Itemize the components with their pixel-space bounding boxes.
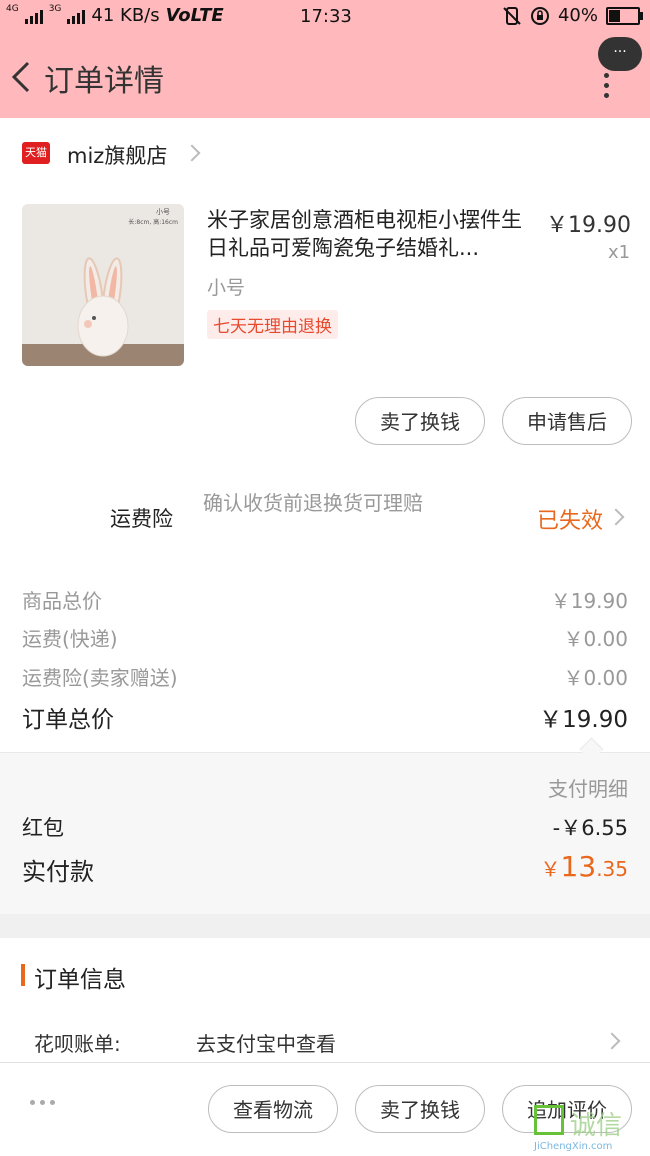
network-type-label-2: 3G (48, 4, 62, 14)
goods-total-label: 商品总价 (22, 589, 102, 613)
image-caption-dimensions: 长:8cm, 高:16cm (128, 218, 178, 226)
insurance-fee-label: 运费险(卖家赠送) (22, 666, 178, 690)
signal-icon (24, 8, 43, 24)
shipping-insurance-status[interactable]: 已失效 (537, 503, 603, 535)
product-image[interactable]: 小号 长:8cm, 高:16cm (22, 204, 184, 366)
order-info-title: 订单信息 (34, 967, 126, 993)
huabei-chevron-right-icon[interactable] (603, 1032, 621, 1050)
more-menu-bubble[interactable]: ··· (598, 37, 642, 71)
red-packet-value: -￥6.55 (552, 816, 628, 840)
section-divider (0, 914, 650, 938)
red-packet-label: 红包 (22, 816, 64, 840)
apply-after-sale-button[interactable]: 申请售后 (502, 397, 632, 445)
shop-name-link[interactable]: miz旗舰店 (67, 140, 167, 170)
product-spec: 小号 (207, 277, 246, 299)
return-policy-tag: 七天无理由退换 (207, 310, 338, 339)
sell-for-cash-button[interactable]: 卖了换钱 (355, 397, 485, 445)
paid-integer: 13 (560, 850, 597, 883)
view-logistics-button[interactable]: 查看物流 (208, 1085, 338, 1133)
clock: 17:33 (300, 6, 352, 27)
product-title-link[interactable]: 米子家居创意酒柜电视柜小摆件生日礼品可爱陶瓷兔子结婚礼... (207, 206, 537, 262)
section-accent-bar (21, 964, 25, 986)
shipping-fee-label: 运费(快递) (22, 627, 118, 651)
watermark-box-icon (534, 1105, 564, 1135)
paid-currency: ￥ (540, 857, 561, 881)
battery-icon (606, 6, 643, 25)
payment-details-label: 支付明细 (548, 777, 628, 801)
rabbit-figurine-image: 小号 长:8cm, 高:16cm (22, 204, 184, 366)
watermark-url: JiChengXin.com (534, 1141, 613, 1152)
rotation-lock-icon (530, 6, 549, 25)
site-watermark-logo: 诚信 JiChengXin.com (534, 1105, 650, 1155)
actual-paid-label: 实付款 (22, 858, 94, 886)
paid-decimal: .35 (596, 857, 628, 881)
volte-label: VoLTE (165, 5, 224, 26)
watermark-text: 诚信 (570, 1111, 623, 1141)
order-total-label: 订单总价 (22, 707, 114, 733)
product-price: ￥19.90 (546, 213, 631, 238)
status-bar: 4G 3G 41 KB/s VoLTE 17:33 40% (0, 0, 650, 34)
vibrate-icon (503, 6, 521, 25)
goods-total-value: ￥19.90 (550, 589, 628, 613)
tmall-logo-icon: 天猫 (22, 142, 50, 164)
image-caption-size: 小号 (156, 207, 170, 216)
insurance-chevron-right-icon[interactable] (607, 508, 625, 526)
insurance-fee-value: ￥0.00 (563, 666, 628, 690)
huabei-bill-link[interactable]: 去支付宝中查看 (196, 1028, 336, 1057)
shipping-insurance-desc: 确认收货前退换货可理赔 (203, 491, 423, 515)
page-title: 订单详情 (44, 64, 164, 99)
back-arrow-icon[interactable] (10, 60, 32, 94)
shipping-fee-value: ￥0.00 (563, 627, 628, 651)
network-type-label: 4G (6, 4, 19, 14)
more-actions-icon[interactable] (30, 1100, 55, 1105)
bottom-sell-for-cash-button[interactable]: 卖了换钱 (355, 1085, 485, 1133)
more-options-icon[interactable] (602, 68, 610, 98)
actual-paid-value: ￥13.35 (541, 850, 628, 883)
product-quantity: x1 (608, 242, 631, 263)
shop-chevron-right-icon (183, 144, 201, 162)
order-total-value: ￥19.90 (539, 707, 628, 733)
shipping-insurance-label: 运费险 (110, 507, 173, 531)
signal-icon-2 (67, 8, 86, 24)
network-speed: 41 KB/s (91, 5, 160, 26)
huabei-bill-label: 花呗账单: (34, 1032, 121, 1056)
battery-percent: 40% (557, 5, 598, 26)
